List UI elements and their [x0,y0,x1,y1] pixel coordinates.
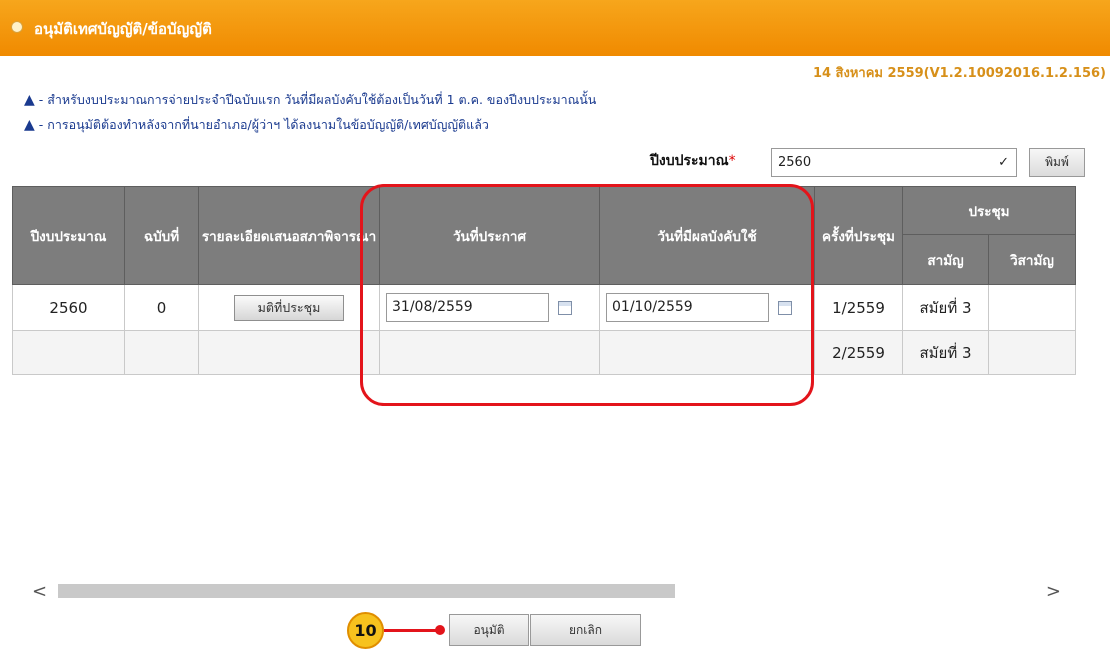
col-fiscal-year: ปีงบประมาณ [12,186,125,285]
cancel-button[interactable]: ยกเลิก [530,614,641,646]
cell-fiscal-year: 2560 [12,284,125,331]
title-bullet-icon [11,21,23,33]
warning-icon: ▲ [24,92,35,108]
col-session: ประชุม [901,186,1077,235]
chevron-right-icon[interactable]: > [1046,581,1061,602]
meeting-resolution-button[interactable]: มติที่ประชุม [234,294,344,321]
notice-1: ▲ - สำหรับงบประมาณการจ่ายประจำปีฉบับแรก ว… [24,92,597,108]
cell-meeting-no: 1/2559 [814,284,903,331]
required-mark: * [728,153,736,169]
cell-edition [124,330,199,375]
cell-fiscal-year [12,330,125,375]
title-bar: อนุมัติเทศบัญญัติ/ข้อบัญญัติ [0,0,1110,56]
col-edition: ฉบับที่ [124,186,199,285]
approve-button[interactable]: อนุมัติ [449,614,529,646]
notice-2: ▲ - การอนุมัติต้องทำหลังจากที่นายอำเภอ/ผู… [24,117,489,133]
cell-meeting-no: 2/2559 [814,330,903,375]
chevron-left-icon[interactable]: < [32,581,47,602]
warning-icon: ▲ [24,117,35,133]
version-info: 14 สิงหาคม 2559(V1.2.10092016.1.2.156) [812,66,1106,81]
cell-ordinary: สมัยที่ 3 [902,284,989,331]
cell-extraordinary [987,284,1077,331]
col-ordinary: สามัญ [902,234,989,285]
col-meeting-no: ครั้งที่ประชุม [814,186,903,285]
col-extraordinary: วิสามัญ [987,234,1077,285]
cell-council-detail: มติที่ประชุม [198,284,380,331]
print-button[interactable]: พิมพ์ [1029,148,1085,177]
page-title: อนุมัติเทศบัญญัติ/ข้อบัญญัติ [34,20,212,38]
chevron-down-icon: ✓ [998,155,1009,170]
cell-council-detail [198,330,380,375]
col-council-detail: รายละเอียดเสนอสภาพิจารณา [198,186,380,285]
step-badge: 10 [347,612,384,649]
step-pointer-line [384,629,438,632]
step-pointer-dot [435,625,445,635]
cell-edition: 0 [124,284,199,331]
cell-ordinary: สมัยที่ 3 [902,330,989,375]
cell-extraordinary [987,330,1077,375]
fiscal-year-select[interactable]: 2560 ✓ [771,148,1017,177]
fiscal-year-label: ปีงบประมาณ* [650,153,736,169]
date-columns-highlight [360,184,814,406]
horizontal-scrollbar[interactable]: < > [12,576,1077,606]
scrollbar-thumb[interactable] [58,584,675,598]
